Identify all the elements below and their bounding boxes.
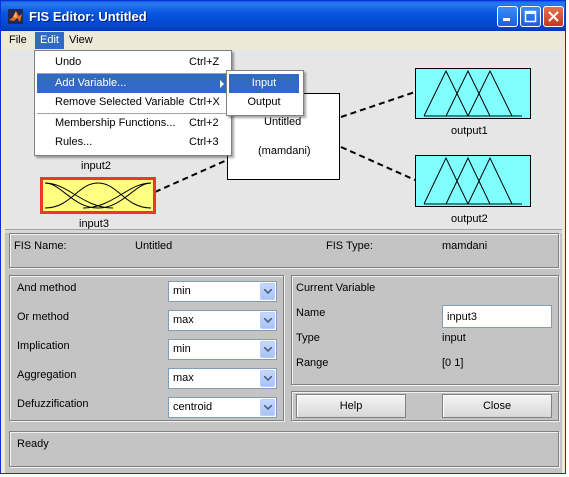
output2-block[interactable] [415,155,531,207]
aggregation-select[interactable]: max [168,368,277,389]
fis-info-panel: FIS Name: Untitled FIS Type: mamdani [9,233,559,268]
menu-edit[interactable]: Edit [35,32,64,49]
fis-name-value: Untitled [135,240,173,252]
and-method-select[interactable]: min [168,281,277,302]
fis-type-label: FIS Type: [326,240,373,252]
status-panel: Ready [9,431,559,467]
chevron-down-icon[interactable] [260,283,275,300]
current-variable-heading: Current Variable [296,282,376,294]
menu-item-shortcut: Ctrl+3 [189,136,219,148]
title-bar[interactable]: FIS Editor: Untitled [1,1,565,31]
maximize-icon [524,10,537,23]
system-name-label: Untitled [264,116,302,128]
fis-name-label: FIS Name: [14,240,67,252]
menu-item-label: Add Variable... [55,77,127,89]
close-icon [548,11,559,22]
menu-item-rules[interactable]: Rules... Ctrl+3 [37,133,227,152]
variable-type-value: input [442,332,466,344]
menu-item-shortcut: Ctrl+2 [189,117,219,129]
current-variable-panel: Current Variable Name input3 Type input … [291,275,559,385]
matlab-logo-icon [8,9,23,24]
fis-editor-window: FIS Editor: Untitled File Edit View Unti… [0,0,566,474]
output2-mf-plot [423,156,522,205]
menu-view[interactable]: View [64,32,98,49]
variable-range-value: [0 1] [442,357,464,369]
input3-mf-plot [44,182,152,209]
add-variable-submenu: Input Output [226,70,304,116]
variable-name-value: input3 [447,311,477,323]
and-method-value: min [173,285,191,297]
variable-range-label: Range [296,357,329,369]
chevron-down-icon[interactable] [260,341,275,358]
output1-label: output1 [451,125,488,137]
edit-menu-dropdown: Undo Ctrl+Z Add Variable... Remove Selec… [34,50,232,156]
control-area: FIS Name: Untitled FIS Type: mamdani And… [5,233,562,473]
menu-file[interactable]: File [4,32,32,49]
menu-item-label: Rules... [55,136,93,148]
or-method-select[interactable]: max [168,310,277,331]
variable-name-input[interactable]: input3 [442,305,552,328]
methods-panel: And method min Or method max Implication… [9,275,284,421]
implication-value: min [173,343,191,355]
maximize-button[interactable] [520,6,541,27]
input3-block[interactable] [40,177,156,214]
help-button[interactable]: Help [296,394,406,418]
status-text: Ready [17,438,49,450]
fis-type-value: mamdani [442,240,488,252]
menu-item-membership-functions[interactable]: Membership Functions... Ctrl+2 [37,114,227,133]
implication-label: Implication [17,340,70,352]
buttons-panel: Help Close [291,391,559,421]
variable-type-label: Type [296,332,320,344]
system-type-label: (mamdani) [258,145,311,157]
menu-item-label: Remove Selected Variable [55,96,185,108]
or-method-value: max [173,314,194,326]
menu-item-shortcut: Ctrl+Z [189,56,220,68]
menu-item-label: Membership Functions... [55,117,176,129]
menu-item-add-variable[interactable]: Add Variable... [37,74,227,93]
defuzzification-label: Defuzzification [17,398,89,410]
menu-item-undo[interactable]: Undo Ctrl+Z [37,53,227,72]
minimize-button[interactable] [497,6,518,27]
close-button[interactable]: Close [442,394,552,418]
submenu-arrow-icon [220,80,224,88]
close-window-button[interactable] [543,6,564,27]
menu-item-shortcut: Ctrl+X [189,96,220,108]
aggregation-label: Aggregation [17,369,77,381]
output1-block[interactable] [415,68,531,119]
output2-label: output2 [451,213,488,225]
and-method-label: And method [17,282,77,294]
implication-select[interactable]: min [168,339,277,360]
output2-connector [340,146,416,181]
chevron-down-icon[interactable] [260,370,275,387]
menu-item-remove-variable[interactable]: Remove Selected Variable Ctrl+X [37,93,227,112]
input3-connector [154,159,228,193]
chevron-down-icon[interactable] [260,312,275,329]
minimize-icon [503,18,510,21]
menu-item-label: Undo [55,56,82,68]
defuzzification-value: centroid [173,401,213,413]
input2-label: input2 [81,160,111,172]
chevron-down-icon[interactable] [260,399,275,416]
output1-mf-plot [423,69,522,117]
window-title: FIS Editor: Untitled [29,9,147,24]
aggregation-value: max [173,372,194,384]
menu-bar: File Edit View [1,31,565,50]
variable-name-label: Name [296,307,326,319]
or-method-label: Or method [17,311,69,323]
submenu-item-input[interactable]: Input [229,74,299,93]
submenu-item-output[interactable]: Output [229,93,299,112]
defuzzification-select[interactable]: centroid [168,397,277,418]
output1-connector [340,91,416,118]
